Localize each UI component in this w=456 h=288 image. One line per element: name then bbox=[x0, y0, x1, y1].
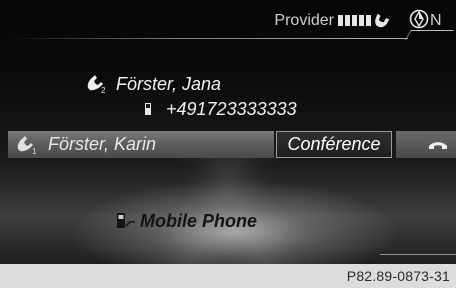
status-bar: Provider N bbox=[0, 0, 456, 38]
active-call-number-row: +491723333333 bbox=[144, 98, 297, 120]
svg-text:1: 1 bbox=[32, 147, 37, 155]
signal-strength-icon bbox=[338, 15, 371, 26]
signal-bar bbox=[345, 15, 350, 26]
held-call-row: 1 Förster, Karin Conférence bbox=[8, 131, 456, 158]
compass-heading: N bbox=[430, 12, 442, 29]
hang-up-icon bbox=[429, 142, 447, 149]
held-call-entry[interactable]: 1 Förster, Karin bbox=[8, 131, 274, 158]
end-call-button[interactable] bbox=[396, 131, 456, 158]
mobile-number-icon bbox=[145, 103, 151, 115]
figure-reference: P82.89-0873-31 bbox=[346, 268, 450, 284]
compass-icon bbox=[409, 9, 429, 29]
conference-button[interactable]: Conférence bbox=[276, 131, 392, 158]
active-caller-name: Förster, Jana bbox=[116, 73, 222, 94]
device-label: Mobile Phone bbox=[140, 210, 257, 231]
footer-divider-corner bbox=[380, 244, 456, 255]
provider-label: Provider bbox=[274, 12, 334, 29]
signal-bar bbox=[359, 15, 364, 26]
figure-caption-strip: P82.89-0873-31 bbox=[0, 264, 456, 288]
signal-bar bbox=[352, 15, 357, 26]
header-divider-corner bbox=[405, 30, 454, 40]
comand-display: Provider N 2 Förster, Jana +491723333333… bbox=[0, 0, 456, 264]
header-divider bbox=[8, 38, 408, 39]
phone-line-2-icon: 2 bbox=[87, 75, 106, 94]
connected-device-row: Mobile Phone bbox=[114, 210, 257, 232]
phone-line-1-icon: 1 bbox=[17, 135, 37, 155]
svg-text:2: 2 bbox=[101, 86, 106, 94]
held-caller-name: Förster, Karin bbox=[48, 134, 157, 154]
active-call-entry: 2 Förster, Jana bbox=[86, 73, 221, 95]
mobile-phone-icon bbox=[117, 213, 135, 228]
phone-handset-icon bbox=[375, 13, 390, 28]
signal-bar bbox=[338, 15, 343, 26]
active-call-number: +491723333333 bbox=[166, 98, 297, 119]
signal-bar bbox=[366, 15, 371, 26]
